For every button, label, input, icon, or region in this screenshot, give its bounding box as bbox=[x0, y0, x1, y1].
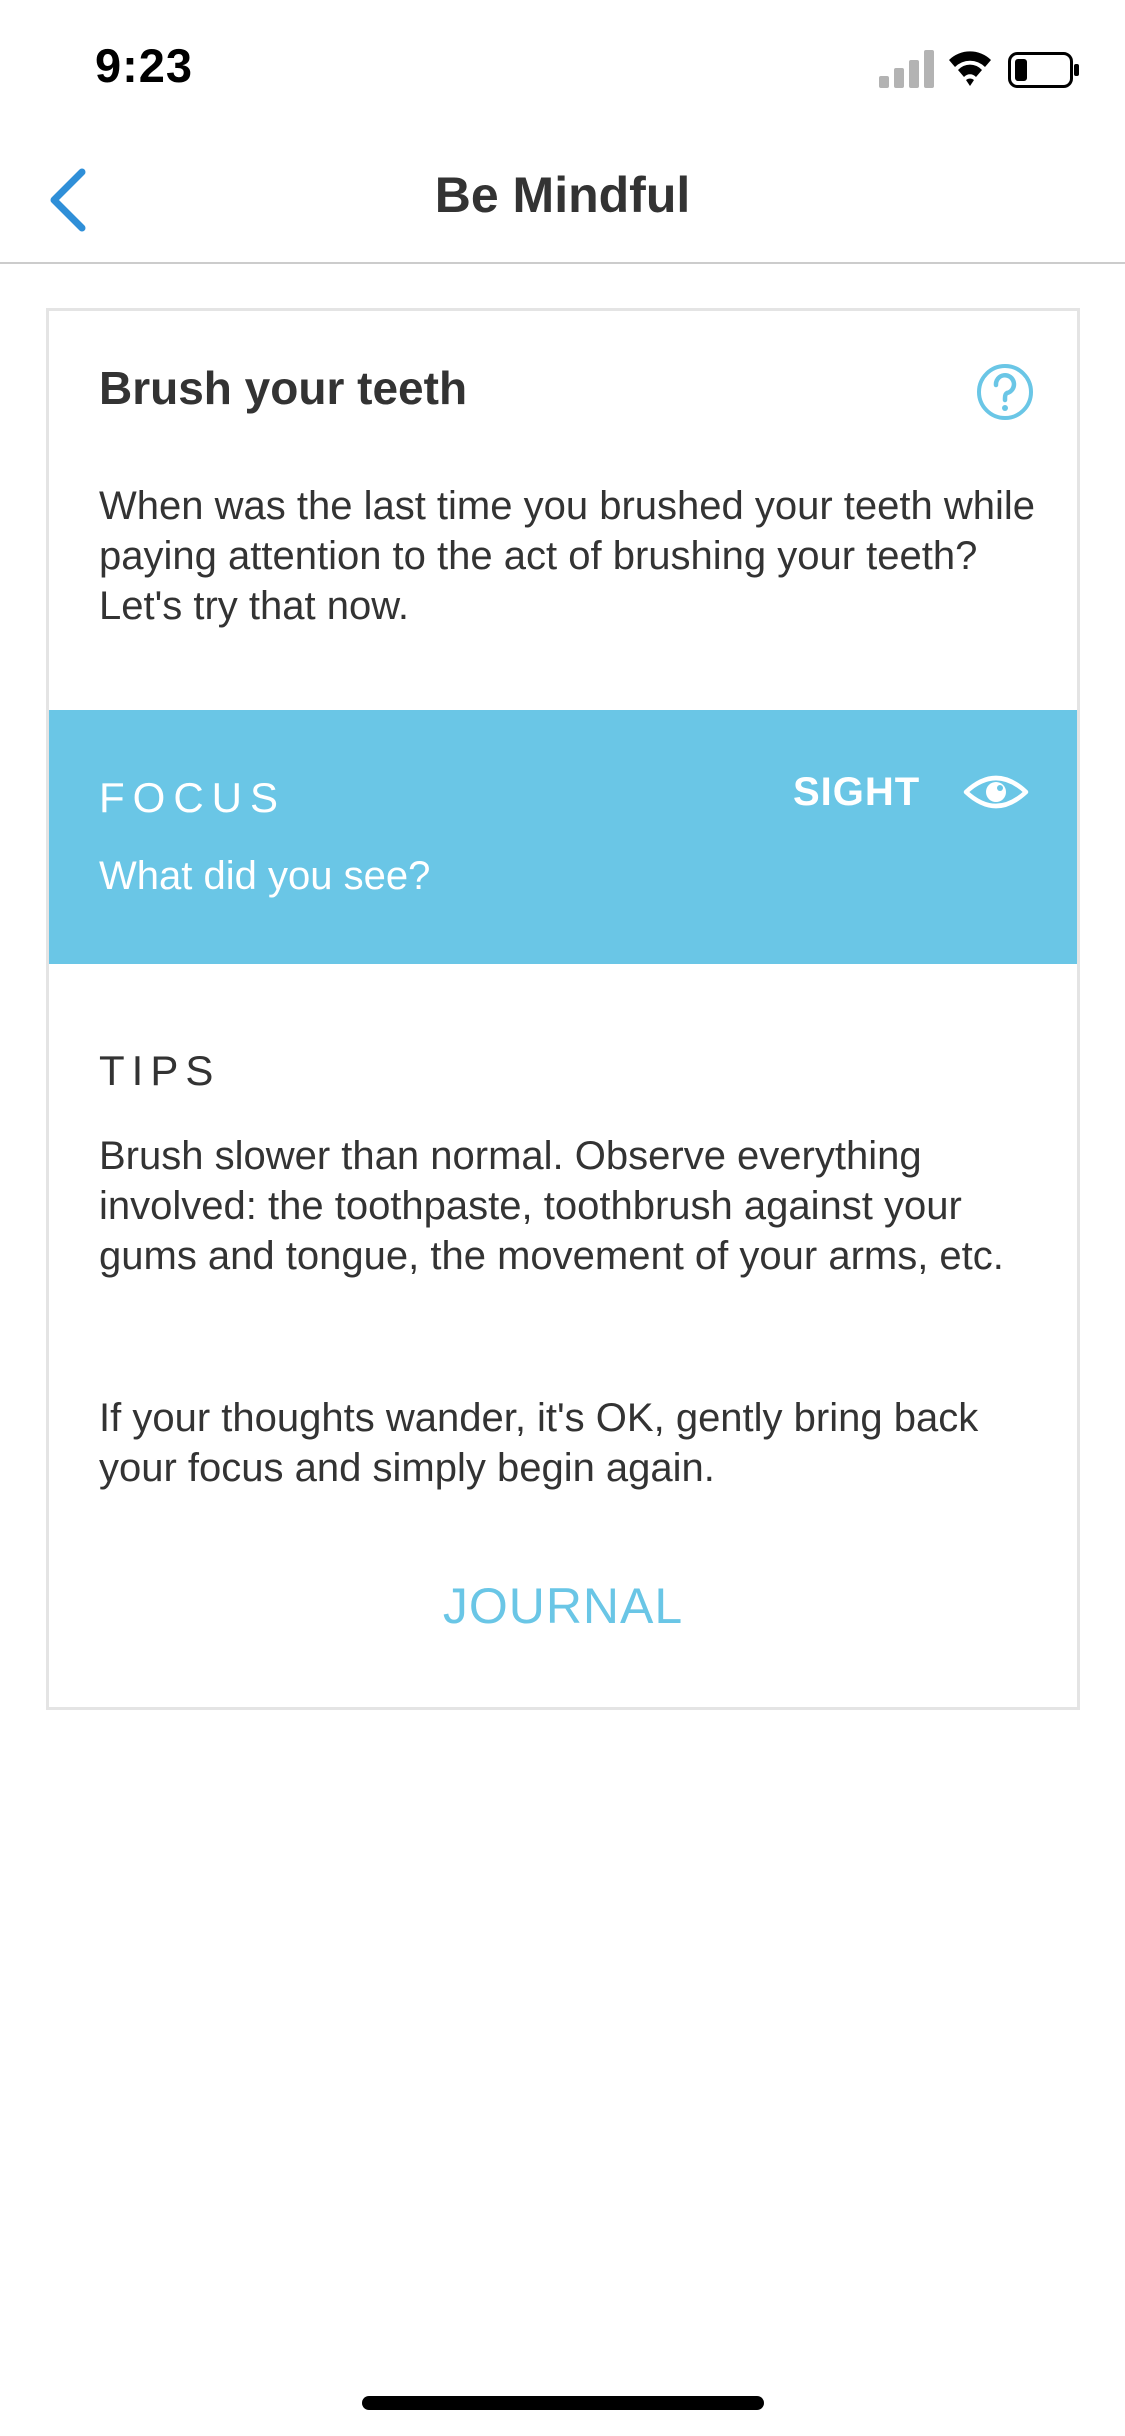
wifi-icon bbox=[949, 51, 991, 86]
card-title: Brush your teeth bbox=[99, 362, 468, 414]
focus-section: FOCUS What did you see? SIGHT bbox=[49, 710, 1077, 964]
journal-button[interactable]: JOURNAL bbox=[49, 1577, 1077, 1635]
focus-label: FOCUS bbox=[99, 774, 286, 821]
card-description: When was the last time you brushed your … bbox=[99, 484, 1036, 628]
tips-paragraph-2: If your thoughts wander, it's OK, gently… bbox=[99, 1396, 979, 1490]
status-time: 9:23 bbox=[95, 39, 194, 92]
focus-question: What did you see? bbox=[99, 854, 431, 898]
tips-label: TIPS bbox=[99, 1047, 221, 1094]
status-bar: 9:23 bbox=[0, 0, 1125, 132]
home-indicator[interactable] bbox=[362, 2396, 764, 2410]
tips-paragraph-1: Brush slower than normal. Observe everyt… bbox=[99, 1134, 1004, 1278]
cellular-signal-icon bbox=[879, 50, 934, 88]
exercise-card: Brush your teeth When was the last time … bbox=[46, 308, 1080, 1710]
battery-icon bbox=[1008, 52, 1079, 88]
focus-sense-label: SIGHT bbox=[793, 770, 921, 814]
question-circle-icon[interactable] bbox=[976, 363, 1034, 421]
eye-icon bbox=[963, 775, 1029, 809]
page-title: Be Mindful bbox=[434, 167, 691, 223]
navigation-bar: Be Mindful bbox=[0, 132, 1125, 264]
